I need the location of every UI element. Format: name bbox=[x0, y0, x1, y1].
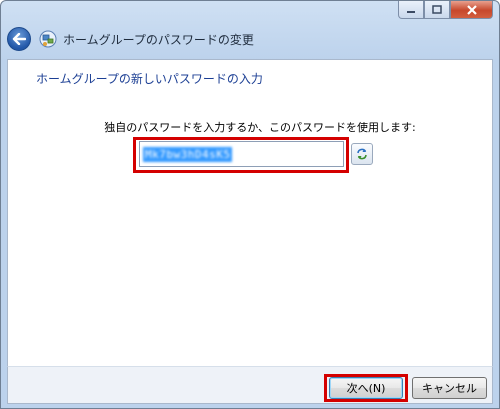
dialog-window: ホームグループのパスワードの変更 ホームグループの新しいパスワードの入力 独自の… bbox=[0, 0, 500, 409]
next-button[interactable]: 次へ(N) bbox=[329, 377, 403, 399]
close-button[interactable] bbox=[450, 1, 493, 19]
dialog-header: ホームグループのパスワードの変更 bbox=[7, 23, 493, 55]
minimize-button[interactable] bbox=[398, 1, 424, 19]
close-icon bbox=[466, 4, 477, 15]
generate-password-button[interactable] bbox=[351, 143, 373, 165]
main-instruction: ホームグループの新しいパスワードの入力 bbox=[36, 72, 263, 86]
window-controls bbox=[398, 1, 493, 20]
maximize-icon bbox=[432, 5, 442, 14]
password-input[interactable]: Mk7bw3hD4sK5 bbox=[139, 141, 344, 167]
password-selected-text: Mk7bw3hD4sK5 bbox=[143, 146, 233, 162]
minimize-icon bbox=[407, 10, 415, 13]
back-button[interactable] bbox=[7, 27, 31, 51]
dialog-footer: 次へ(N) キャンセル bbox=[7, 366, 493, 404]
maximize-button[interactable] bbox=[424, 1, 450, 19]
refresh-icon bbox=[357, 148, 367, 160]
back-arrow-icon bbox=[12, 33, 26, 45]
homegroup-icon bbox=[39, 30, 57, 48]
cancel-button[interactable]: キャンセル bbox=[412, 377, 487, 399]
password-prompt-label: 独自のパスワードを入力するか、このパスワードを使用します: bbox=[104, 121, 416, 134]
dialog-title: ホームグループのパスワードの変更 bbox=[63, 32, 254, 47]
content-panel: ホームグループの新しいパスワードの入力 独自のパスワードを入力するか、このパスワ… bbox=[7, 59, 493, 366]
